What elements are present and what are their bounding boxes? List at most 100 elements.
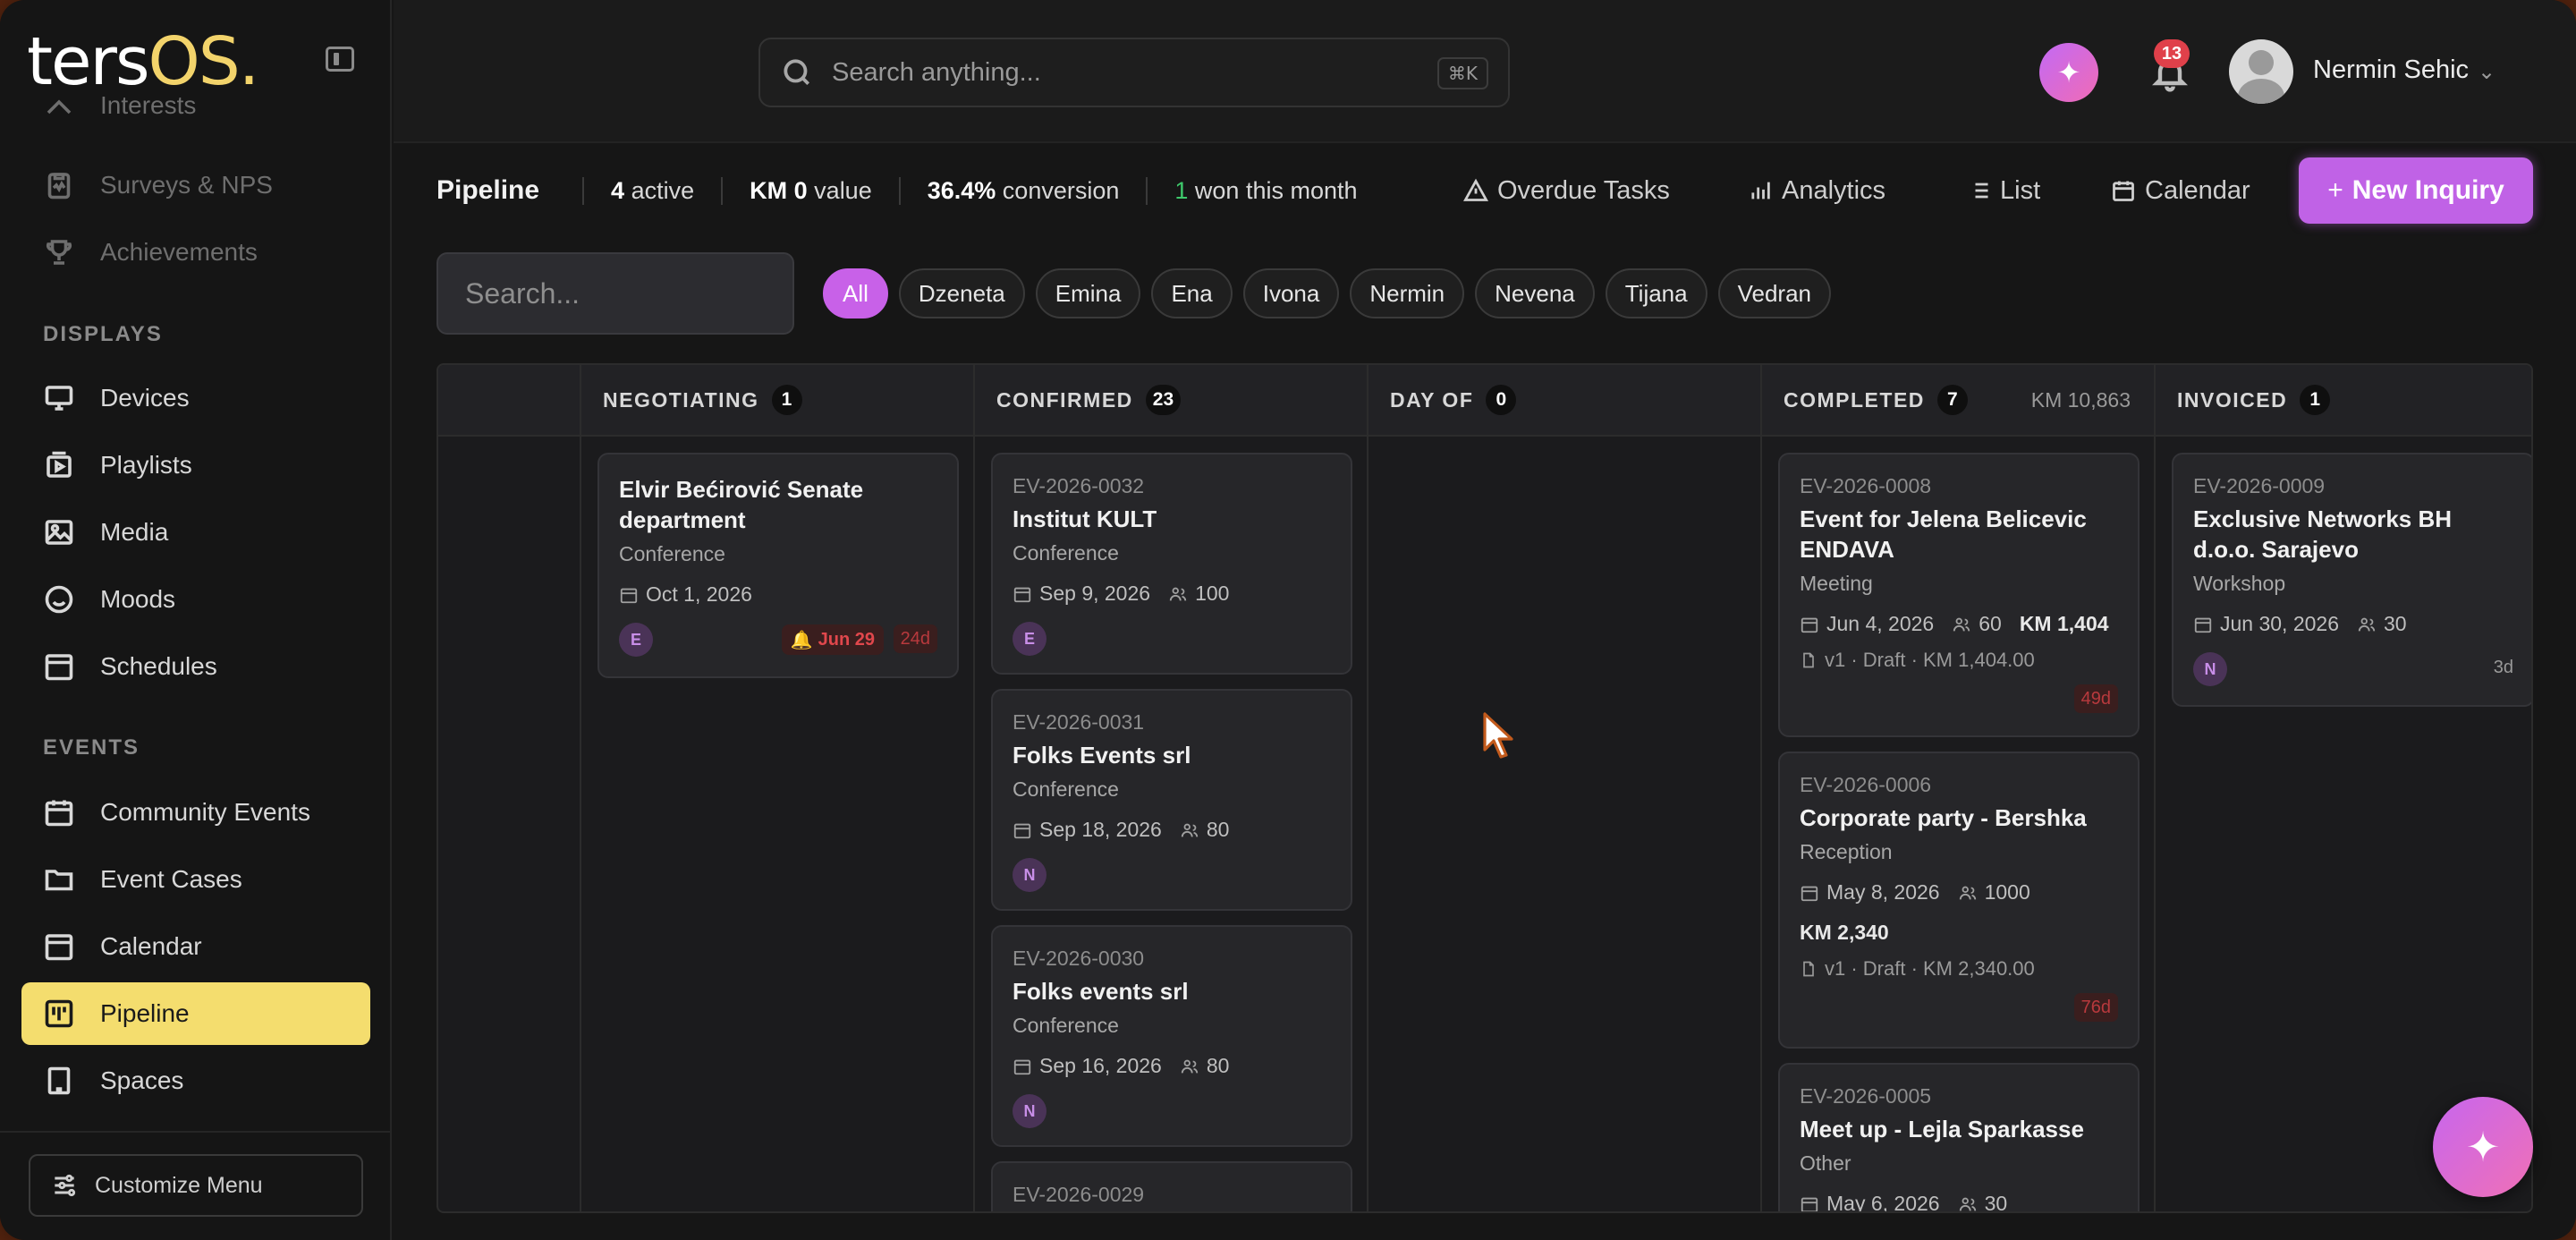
- pipeline-card[interactable]: EV-2026-0008 Event for Jelena Belicevic …: [1778, 453, 2140, 737]
- stat-active: 4 active: [582, 176, 721, 205]
- sidebar-item-pipeline[interactable]: Pipeline: [21, 982, 370, 1045]
- sidebar-item-playlists[interactable]: Playlists: [21, 434, 370, 497]
- sidebar-collapse-icon[interactable]: [326, 47, 354, 72]
- chip-vedran[interactable]: Vedran: [1717, 268, 1832, 318]
- card-date: Sep 18, 2026: [1039, 818, 1162, 841]
- column-header-day-of: DAY OF 0: [1368, 365, 1760, 437]
- column-day-of: DAY OF 0: [1368, 365, 1762, 1211]
- new-inquiry-button[interactable]: + New Inquiry: [2299, 157, 2533, 224]
- stat-won: 1 won this month: [1146, 176, 1384, 205]
- search-placeholder: Search anything...: [832, 57, 1041, 87]
- chip-nermin[interactable]: Nermin: [1350, 268, 1465, 318]
- column-count: 23: [1145, 385, 1182, 415]
- app-window: tersOS. Interests Surveys & NPS Achievem…: [0, 0, 2576, 1240]
- card-code: EV-2026-0031: [1013, 710, 1145, 734]
- chip-all[interactable]: All: [823, 268, 888, 318]
- column-header-completed: COMPLETED 7 KM 10,863: [1762, 365, 2154, 437]
- card-title: Institut KULT: [1013, 505, 1157, 532]
- building-icon: [41, 1063, 77, 1099]
- chip-tijana[interactable]: Tijana: [1605, 268, 1707, 318]
- card-footer: N: [1013, 858, 1331, 892]
- calendar-icon: [1801, 1197, 1818, 1211]
- sidebar-item-label: Pipeline: [100, 999, 190, 1027]
- chip-dzeneta[interactable]: Dzeneta: [898, 268, 1025, 318]
- card-guests: 60: [1979, 612, 2002, 635]
- column-title: CONFIRMED: [996, 387, 1133, 412]
- card-meta: Sep 9, 2026 100: [1013, 582, 1331, 606]
- overdue-tasks-button[interactable]: Overdue Tasks: [1463, 161, 1670, 220]
- sidebar-item-label: Achievements: [100, 238, 258, 266]
- calendar-view-button[interactable]: Calendar: [2111, 161, 2250, 220]
- pipeline-card[interactable]: EV-2026-0029: [991, 1161, 1352, 1211]
- guests-icon: [1959, 886, 1976, 899]
- sidebar-item-community-events[interactable]: Community Events: [21, 781, 370, 844]
- ai-assistant-fab[interactable]: ✦: [2433, 1097, 2533, 1197]
- section-displays: DISPLAYS: [43, 322, 163, 346]
- user-name[interactable]: Nermin Sehic: [2313, 55, 2469, 85]
- card-code: EV-2026-0009: [2193, 474, 2326, 497]
- card-meta: May 8, 2026 1000: [1800, 880, 2118, 905]
- days-badge: 49d: [2073, 684, 2118, 713]
- column-header: [438, 365, 580, 437]
- ai-assistant-button[interactable]: ✦: [2039, 43, 2098, 102]
- chip-ena[interactable]: Ena: [1151, 268, 1233, 318]
- pipeline-card[interactable]: EV-2026-0030 Folks events srl Conference…: [991, 925, 1352, 1147]
- pipeline-card[interactable]: EV-2026-0032 Institut KULT Conference Se…: [991, 453, 1352, 675]
- pipeline-card[interactable]: EV-2026-0005 Meet up - Lejla Sparkasse O…: [1778, 1063, 2140, 1211]
- card-guests: 100: [1195, 582, 1230, 605]
- guests-icon: [1959, 1197, 1976, 1210]
- pipeline-card[interactable]: EV-2026-0031 Folks Events srl Conference…: [991, 689, 1352, 911]
- card-type: Meeting: [1800, 572, 1873, 595]
- calendar-icon: [2113, 181, 2134, 201]
- card-title: Elvir Bećirović Senate department: [619, 476, 864, 533]
- days-badge: 76d: [2073, 993, 2118, 1022]
- sidebar-item-interests[interactable]: Interests: [21, 88, 370, 120]
- sidebar-item-label: Interests: [100, 91, 197, 119]
- notifications-badge: 13: [2154, 39, 2190, 68]
- pipeline-card[interactable]: EV-2026-0009 Exclusive Networks BH d.o.o…: [2172, 453, 2531, 707]
- avatar[interactable]: [2229, 39, 2293, 104]
- reminder-badge: 🔔 Jun 29: [781, 624, 884, 655]
- card-footer: E 🔔 Jun 29 24d: [619, 623, 937, 657]
- sidebar-item-label: Moods: [100, 585, 176, 613]
- card-guests: 1000: [1984, 880, 2030, 904]
- card-meta: Sep 18, 2026 80: [1013, 818, 1331, 842]
- sidebar-item-schedules[interactable]: Schedules: [21, 635, 370, 698]
- sidebar-item-achievements[interactable]: Achievements: [21, 221, 370, 284]
- column-count: 1: [771, 385, 802, 415]
- pipeline-card[interactable]: Elvir Bećirović Senate department Confer…: [597, 453, 959, 678]
- pipeline-search-input[interactable]: Search...: [436, 252, 794, 335]
- calendar-icon: [41, 794, 77, 830]
- column-title: NEGOTIATING: [603, 387, 759, 412]
- sidebar-item-devices[interactable]: Devices: [21, 367, 370, 429]
- calendar-icon: [2194, 617, 2212, 633]
- card-type: Reception: [1800, 840, 1893, 863]
- sidebar-item-media[interactable]: Media: [21, 501, 370, 564]
- chip-emina[interactable]: Emina: [1035, 268, 1141, 318]
- analytics-button[interactable]: Analytics: [1748, 161, 1885, 220]
- customize-menu-button[interactable]: Customize Menu: [29, 1154, 363, 1217]
- global-search-input[interactable]: Search anything... ⌘K: [758, 38, 1510, 107]
- pipeline-card[interactable]: EV-2026-0006 Corporate party - Bershka R…: [1778, 752, 2140, 1049]
- sidebar-item-moods[interactable]: Moods: [21, 568, 370, 631]
- sidebar-item-event-cases[interactable]: Event Cases: [21, 848, 370, 911]
- card-footer: N 3d: [2193, 652, 2513, 686]
- sidebar-item-calendar[interactable]: Calendar: [21, 915, 370, 978]
- sidebar-item-label: Spaces: [100, 1066, 184, 1094]
- chip-ivona[interactable]: Ivona: [1242, 268, 1340, 318]
- list-label: List: [2000, 175, 2041, 205]
- chip-nevena[interactable]: Nevena: [1475, 268, 1595, 318]
- sidebar-item-surveys[interactable]: Surveys & NPS: [21, 154, 370, 217]
- bar-chart-icon: [1751, 182, 1770, 200]
- warning-icon: [1463, 178, 1488, 201]
- list-view-button[interactable]: List: [1966, 161, 2040, 220]
- card-meta: Jun 4, 2026 60 KM 1,404: [1800, 612, 2118, 636]
- card-type: Conference: [619, 542, 725, 565]
- sidebar-item-spaces[interactable]: Spaces: [21, 1049, 370, 1112]
- sidebar-item-label: Media: [100, 518, 169, 546]
- chevron-down-icon[interactable]: ⌄: [2478, 59, 2496, 85]
- card-code: EV-2026-0006: [1800, 773, 1932, 796]
- column-header-invoiced: INVOICED 1: [2156, 365, 2531, 437]
- mouse-cursor-icon: [1483, 712, 1513, 759]
- column-title: INVOICED: [2177, 387, 2288, 412]
